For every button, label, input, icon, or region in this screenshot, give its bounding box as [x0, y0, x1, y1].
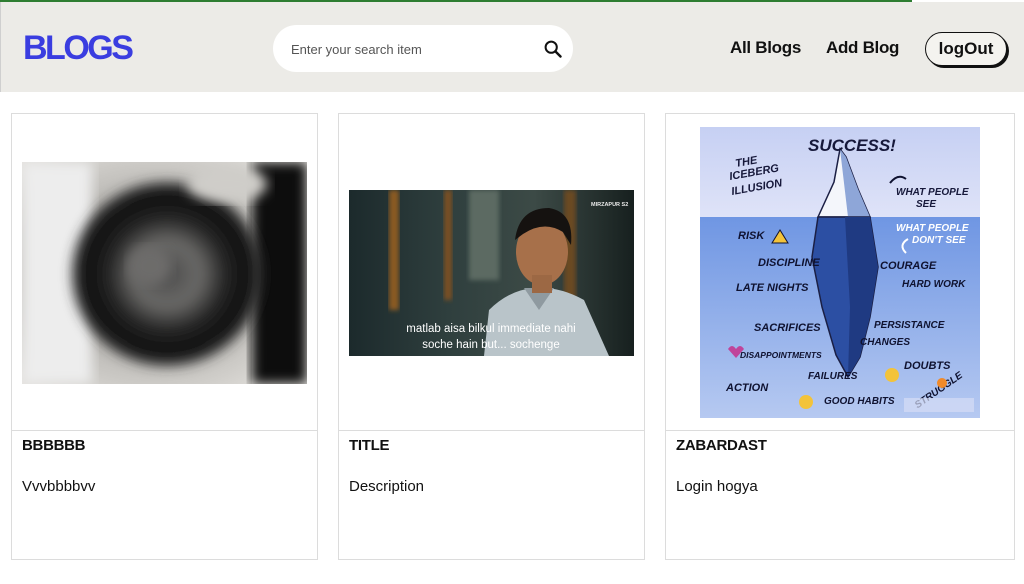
iceberg-item: SACRIFICES	[754, 322, 821, 334]
search-input[interactable]	[291, 37, 531, 61]
blog-image-movie-still: MIRZAPUR S2 matlab aisa bilkul immediate…	[349, 189, 634, 356]
blog-image-area	[12, 114, 317, 431]
search-box	[273, 25, 573, 72]
blog-image-area: SUCCESS! THE ICEBERG ILLUSION WHAT PEOPL…	[666, 114, 1014, 431]
card-divider	[666, 430, 1014, 431]
iceberg-item: HARD WORK	[902, 279, 966, 290]
iceberg-item: PERSISTANCE	[874, 320, 945, 331]
image-badge: MIRZAPUR S2	[591, 202, 628, 208]
iceberg-item: ACTION	[725, 382, 769, 394]
nav-all-blogs[interactable]: All Blogs	[730, 38, 801, 58]
iceberg-item: LATE NIGHTS	[736, 282, 809, 294]
iceberg-item: RISK	[738, 230, 765, 242]
header-bar: BLOGS All Blogs Add Blog logOut	[0, 2, 1024, 92]
card-divider	[339, 430, 644, 431]
iceberg-item: FAILURES	[808, 371, 858, 382]
iceberg-item: GOOD HABITS	[824, 396, 895, 407]
search-icon[interactable]	[541, 37, 565, 61]
card-divider	[12, 430, 317, 431]
image-caption-line-2: soche hain but... sochenge	[422, 339, 559, 351]
iceberg-item: DISAPPOINTMENTS	[740, 350, 822, 360]
blog-image-camera	[22, 161, 307, 384]
dont-see-label-2: DON'T SEE	[912, 235, 966, 246]
site-logo[interactable]: BLOGS	[23, 29, 134, 68]
blog-title: BBBBBB	[22, 437, 86, 454]
see-label-2: SEE	[916, 199, 936, 210]
dont-see-label-1: WHAT PEOPLE	[896, 223, 969, 234]
see-label-1: WHAT PEOPLE	[896, 187, 969, 198]
logout-button[interactable]: logOut	[925, 32, 1007, 66]
iceberg-item: DOUBTS	[904, 360, 951, 372]
blog-card[interactable]: BBBBBB Vvvbbbbvv	[11, 113, 318, 560]
blog-title: ZABARDAST	[676, 437, 767, 454]
blog-description: Vvvbbbbvv	[22, 478, 96, 495]
image-caption-line-1: matlab aisa bilkul immediate nahi	[406, 323, 575, 335]
blog-image-area: MIRZAPUR S2 matlab aisa bilkul immediate…	[339, 114, 644, 431]
blog-card[interactable]: MIRZAPUR S2 matlab aisa bilkul immediate…	[338, 113, 645, 560]
blog-card[interactable]: SUCCESS! THE ICEBERG ILLUSION WHAT PEOPL…	[665, 113, 1015, 560]
nav-add-blog[interactable]: Add Blog	[826, 38, 899, 58]
blog-description: Login hogya	[676, 478, 758, 495]
iceberg-item: CHANGES	[860, 337, 910, 348]
iceberg-heading: SUCCESS!	[808, 136, 896, 155]
blog-description: Description	[349, 478, 425, 495]
blog-title: TITLE	[349, 437, 390, 454]
iceberg-item: COURAGE	[880, 260, 937, 272]
iceberg-item: DISCIPLINE	[758, 257, 820, 269]
blog-image-iceberg: SUCCESS! THE ICEBERG ILLUSION WHAT PEOPL…	[700, 127, 980, 418]
